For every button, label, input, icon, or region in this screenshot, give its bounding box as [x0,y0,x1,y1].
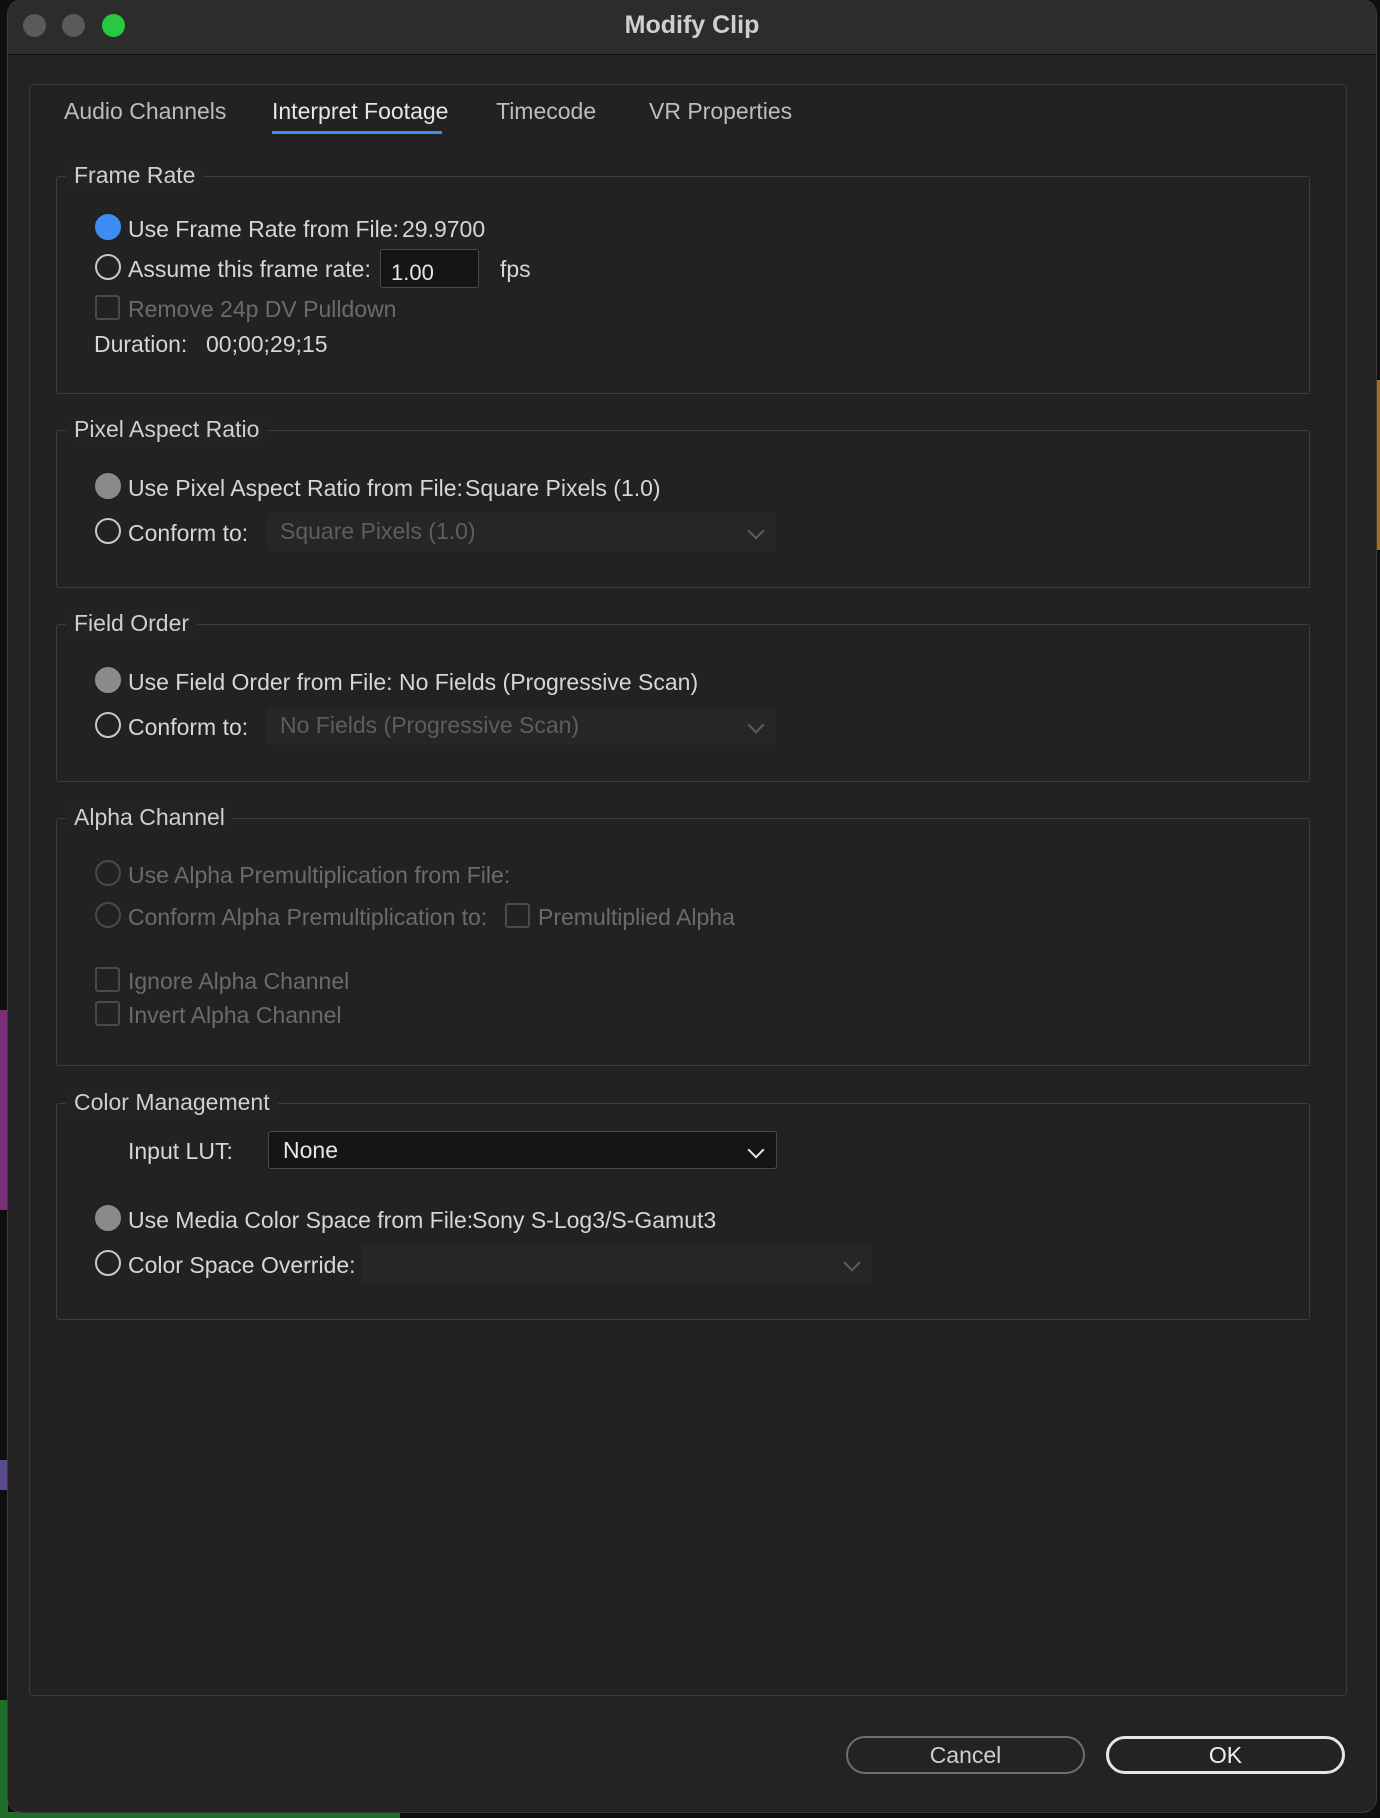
assume-frame-rate-label[interactable]: Assume this frame rate: [128,256,371,283]
field-order-select[interactable]: No Fields (Progressive Scan) [266,707,776,745]
file-pixel-aspect-value: Square Pixels (1.0) [465,475,661,501]
color-space-override-select[interactable] [362,1245,872,1283]
chevron-down-icon [843,1254,861,1272]
premultiplied-alpha-checkbox [505,903,530,928]
field-order-legend: Field Order [66,610,198,637]
file-color-space-value: Sony S-Log3/S-Gamut3 [472,1207,717,1233]
duration-value: 00;00;29;15 [206,331,328,357]
conform-pixel-aspect-label[interactable]: Conform to: [128,520,248,547]
invert-alpha-label: Invert Alpha Channel [128,1002,342,1028]
ignore-alpha-label: Ignore Alpha Channel [128,968,350,994]
use-media-color-space-label[interactable]: Use Media Color Space from File: [128,1207,473,1234]
use-alpha-from-file-radio [95,860,121,886]
pixel-aspect-select-value: Square Pixels (1.0) [280,518,476,544]
fps-unit-label: fps [500,256,531,282]
conform-field-order-label[interactable]: Conform to: [128,714,248,741]
invert-alpha-checkbox [95,1001,120,1026]
title-bar[interactable]: Modify Clip [8,0,1376,55]
pixel-aspect-legend: Pixel Aspect Ratio [66,416,268,443]
use-field-order-from-file-radio[interactable] [95,667,121,693]
conform-pixel-aspect-radio[interactable] [95,518,121,544]
ignore-alpha-checkbox [95,967,120,992]
color-space-override-label[interactable]: Color Space Override: [128,1252,356,1279]
file-frame-rate-value: 29.9700 [402,216,486,242]
alpha-channel-legend: Alpha Channel [66,804,233,831]
file-field-order-value: No Fields (Progressive Scan) [399,669,699,695]
chevron-down-icon [747,1141,765,1159]
use-field-order-from-file-label[interactable]: Use Field Order from File: [128,669,393,696]
field-order-group [56,624,1310,782]
chevron-down-icon [747,522,765,540]
frame-rate-group [56,176,1310,394]
use-frame-rate-from-file-radio[interactable] [95,214,121,240]
background-app-strip [1376,380,1380,550]
premultiplied-alpha-label: Premultiplied Alpha [538,904,735,930]
conform-field-order-radio[interactable] [95,712,121,738]
tab-timecode[interactable]: Timecode [496,98,596,125]
tab-audio-channels[interactable]: Audio Channels [64,98,226,125]
pixel-aspect-group [56,430,1310,588]
assume-frame-rate-radio[interactable] [95,254,121,280]
frame-rate-legend: Frame Rate [66,162,204,189]
window-title: Modify Clip [624,11,760,39]
input-lut-label: Input LUT: [128,1138,233,1164]
cancel-button[interactable]: Cancel [846,1736,1085,1774]
duration-label: Duration: [94,331,188,357]
tab-interpret-footage[interactable]: Interpret Footage [272,98,448,125]
use-media-color-space-radio[interactable] [95,1205,121,1231]
ok-button[interactable]: OK [1106,1736,1345,1774]
pixel-aspect-select[interactable]: Square Pixels (1.0) [266,513,776,551]
color-management-legend: Color Management [66,1089,278,1116]
use-alpha-from-file-label: Use Alpha Premultiplication from File: [128,862,511,888]
active-tab-indicator [272,131,442,134]
background-app-strip [0,1812,400,1818]
use-pixel-aspect-from-file-label[interactable]: Use Pixel Aspect Ratio from File: [128,475,463,502]
frame-rate-input[interactable]: 1.00 [380,249,479,288]
chevron-down-icon [747,716,765,734]
tab-vr-properties[interactable]: VR Properties [649,98,792,125]
input-lut-select-value: None [283,1137,338,1163]
conform-alpha-label: Conform Alpha Premultiplication to: [128,904,488,930]
input-lut-select[interactable]: None [268,1131,777,1169]
use-frame-rate-from-file-label[interactable]: Use Frame Rate from File: [128,216,399,243]
background-app-strip [0,1460,8,1490]
remove-pulldown-label: Remove 24p DV Pulldown [128,296,397,322]
conform-alpha-radio [95,902,121,928]
remove-pulldown-checkbox[interactable] [95,295,120,320]
use-pixel-aspect-from-file-radio[interactable] [95,473,121,499]
background-app-strip [0,1700,8,1818]
color-space-override-radio[interactable] [95,1250,121,1276]
field-order-select-value: No Fields (Progressive Scan) [280,712,580,738]
background-app-strip [0,1010,8,1210]
